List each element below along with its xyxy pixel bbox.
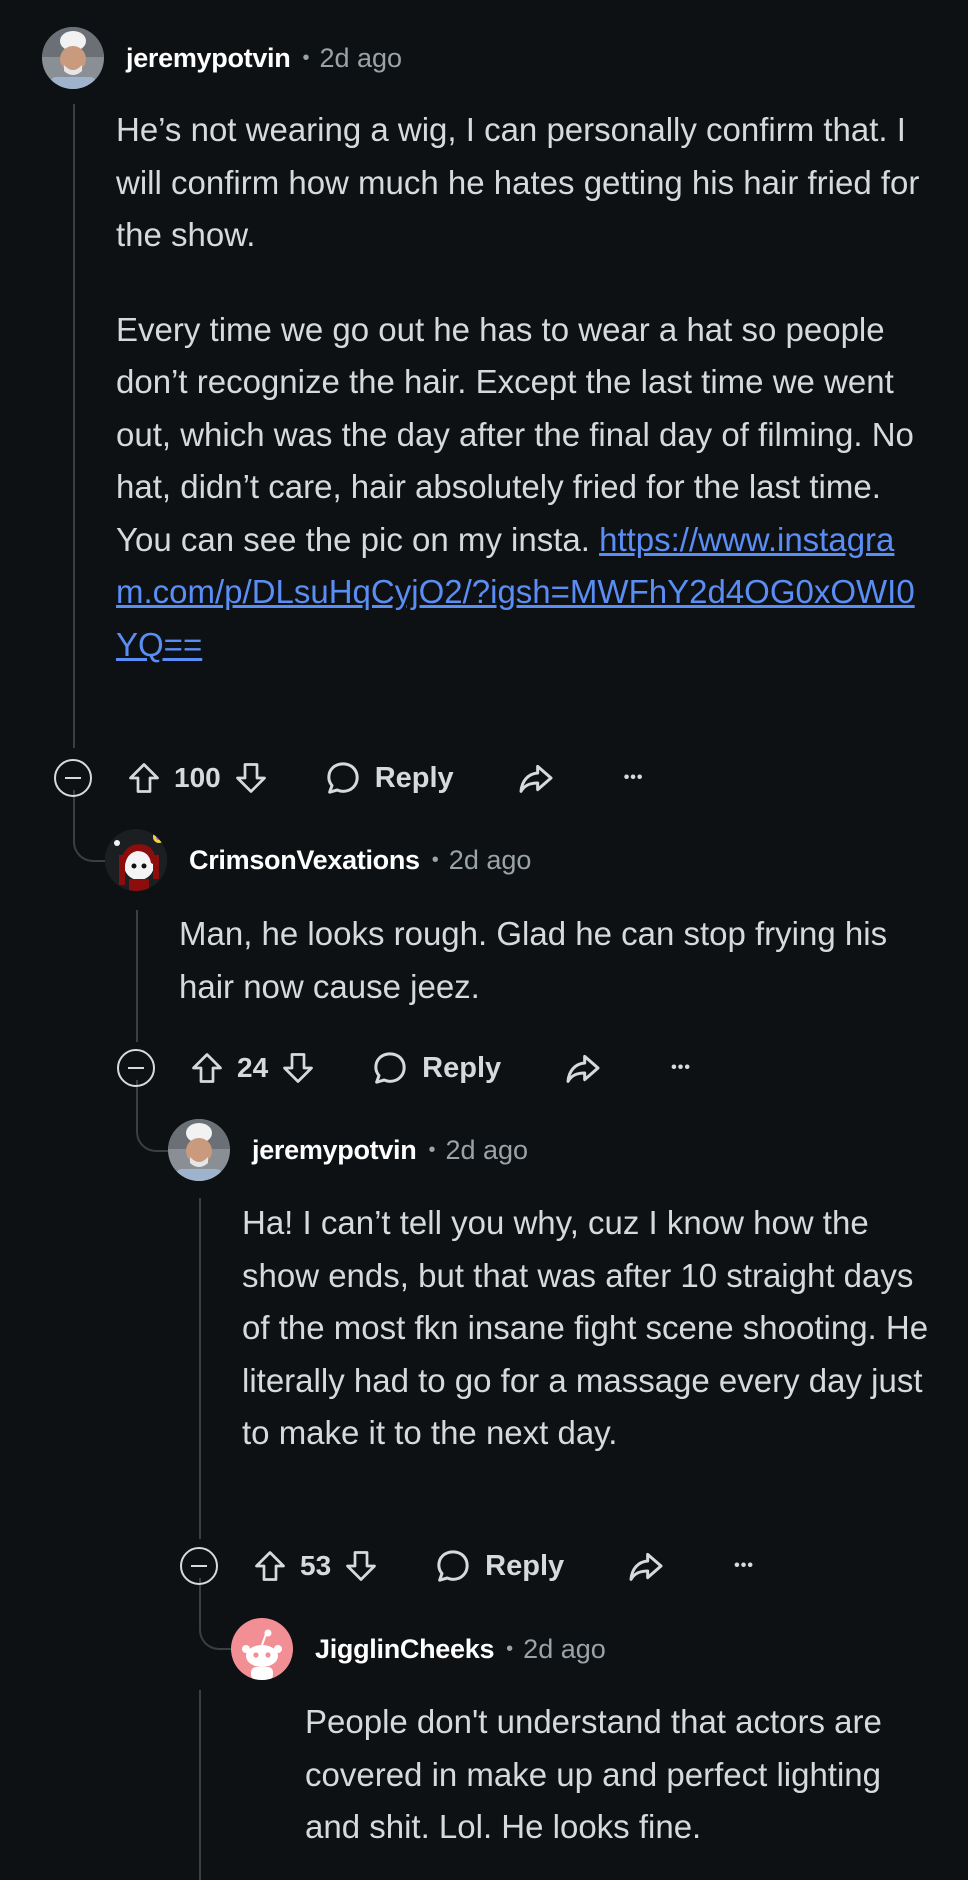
username[interactable]: jeremypotvin (126, 43, 291, 74)
separator: • (431, 848, 439, 871)
vote-score: 53 (300, 1550, 332, 1581)
share-arrow-icon (519, 764, 553, 793)
comment-body: Man, he looks rough. Glad he can stop fr… (179, 908, 931, 1013)
arrow-down-icon (283, 1053, 314, 1083)
comment-body: People don't understand that actors are … (305, 1696, 933, 1854)
separator: • (302, 46, 310, 69)
arrow-up-icon (192, 1053, 222, 1083)
avatar[interactable] (42, 27, 104, 89)
thread-line (73, 104, 75, 748)
minus-circle-icon (65, 776, 81, 780)
arrow-up-icon (129, 763, 159, 793)
default-snoo-avatar-icon (231, 1618, 293, 1680)
reply-button[interactable]: Reply (433, 1546, 564, 1586)
username[interactable]: jeremypotvin (252, 1135, 417, 1166)
share-arrow-icon (629, 1552, 663, 1581)
reply-label: Reply (422, 1051, 502, 1084)
avatar[interactable] (231, 1618, 293, 1680)
collapse-button[interactable] (117, 1049, 155, 1087)
comment-actions: 53 Reply ••• (180, 1536, 754, 1596)
more-options-button[interactable]: ••• (734, 1557, 754, 1575)
minus-circle-icon (128, 1066, 144, 1070)
timestamp: 2d ago (523, 1633, 606, 1664)
comment-paragraph: He’s not wearing a wig, I can personally… (116, 111, 920, 253)
speech-bubble-icon (437, 1550, 469, 1582)
thread-line (199, 1198, 201, 1539)
downvote-button[interactable] (231, 758, 271, 798)
reply-label: Reply (485, 1549, 565, 1582)
comment-header: CrimsonVexations • 2d ago (105, 828, 531, 892)
speech-bubble-icon (374, 1052, 406, 1084)
speech-bubble-icon (327, 762, 359, 794)
comment-paragraph: People don't understand that actors are … (305, 1703, 882, 1845)
downvote-button[interactable] (341, 1546, 381, 1586)
ellipsis-icon: ••• (671, 1059, 691, 1076)
avatar[interactable] (168, 1119, 230, 1181)
upvote-button[interactable] (250, 1546, 290, 1586)
minus-circle-icon (191, 1564, 207, 1568)
reply-label: Reply (374, 761, 454, 794)
reply-button[interactable]: Reply (370, 1048, 501, 1088)
vote-score: 24 (237, 1052, 269, 1083)
ellipsis-icon: ••• (734, 1557, 754, 1574)
collapse-button[interactable] (54, 759, 92, 797)
collapse-button[interactable] (180, 1547, 218, 1585)
thread-line (136, 910, 138, 1042)
comment-actions: 24 Reply ••• (117, 1038, 691, 1098)
upvote-button[interactable] (124, 758, 164, 798)
timestamp: 2d ago (319, 42, 403, 73)
vote-score: 100 (174, 762, 221, 793)
snoo-avatar-icon (105, 829, 167, 891)
arrow-down-icon (235, 763, 266, 793)
avatar[interactable] (105, 829, 167, 891)
timestamp: 2d ago (448, 844, 532, 875)
timestamp: 2d ago (445, 1134, 529, 1165)
comment-body: He’s not wearing a wig, I can personally… (116, 104, 931, 671)
arrow-up-icon (255, 1551, 285, 1581)
downvote-button[interactable] (278, 1048, 318, 1088)
comment-header: jeremypotvin • 2d ago (42, 26, 402, 90)
arrow-down-icon (346, 1551, 377, 1581)
user-avatar-icon (42, 27, 104, 89)
username[interactable]: CrimsonVexations (189, 845, 420, 876)
comment-actions: 100 Reply ••• (54, 748, 644, 808)
comment-body: Ha! I can’t tell you why, cuz I know how… (242, 1197, 932, 1460)
share-button[interactable] (516, 758, 556, 798)
more-options-button[interactable]: ••• (671, 1059, 691, 1077)
more-options-button[interactable]: ••• (624, 769, 644, 787)
thread-line (199, 1690, 201, 1880)
comment-header: JigglinCheeks • 2d ago (231, 1617, 606, 1681)
separator: • (428, 1138, 436, 1161)
ellipsis-icon: ••• (623, 769, 644, 786)
reply-button[interactable]: Reply (323, 758, 454, 798)
comment-paragraph: Ha! I can’t tell you why, cuz I know how… (242, 1204, 929, 1451)
user-avatar-icon (168, 1119, 230, 1181)
username[interactable]: JigglinCheeks (315, 1634, 494, 1665)
share-button[interactable] (563, 1048, 603, 1088)
comment-paragraph: Man, he looks rough. Glad he can stop fr… (179, 915, 888, 1005)
comment-header: jeremypotvin • 2d ago (168, 1118, 528, 1182)
share-button[interactable] (626, 1546, 666, 1586)
separator: • (506, 1637, 514, 1660)
upvote-button[interactable] (187, 1048, 227, 1088)
share-arrow-icon (566, 1054, 600, 1083)
